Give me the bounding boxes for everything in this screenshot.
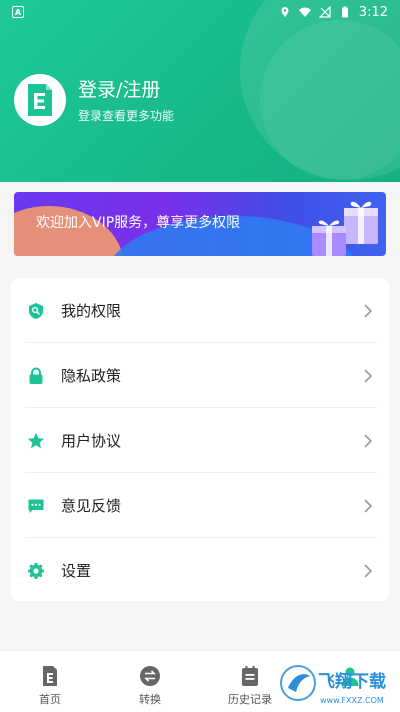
menu-item-label: 用户协议 (61, 432, 122, 450)
gear-icon (27, 562, 45, 579)
menu-item-label: 设置 (61, 562, 92, 580)
menu-item-user-agreement[interactable]: 用户协议 (11, 408, 389, 473)
chevron-right-icon (364, 368, 373, 383)
wifi-icon (298, 7, 311, 17)
shield-key-icon (29, 302, 43, 319)
vip-banner[interactable]: 欢迎加入VIP服务，尊享更多权限 (14, 192, 386, 256)
status-time: 3:12 (358, 4, 388, 20)
login-register-title[interactable]: 登录/注册 (78, 77, 174, 103)
menu-item-privacy-policy[interactable]: 隐私政策 (11, 343, 389, 408)
menu-item-label: 意见反馈 (61, 497, 122, 515)
chevron-right-icon (364, 498, 373, 513)
calendar-icon (242, 666, 258, 686)
menu-item-label: 隐私政策 (61, 367, 122, 385)
watermark-logo: 飞翔下载 www.FXXZ.COM (280, 665, 386, 705)
avatar[interactable] (14, 74, 66, 126)
login-subtitle: 登录查看更多功能 (78, 108, 175, 123)
document-icon (43, 666, 57, 686)
vip-banner-text: 欢迎加入VIP服务，尊享更多权限 (36, 215, 241, 231)
chevron-right-icon (364, 433, 373, 448)
menu-item-permissions[interactable]: 我的权限 (11, 278, 389, 343)
star-icon (28, 432, 44, 448)
chat-icon (28, 499, 44, 513)
lock-icon (29, 367, 43, 384)
profile-header: A 3:12 登录/注册 登录查看更多功能 (0, 0, 400, 182)
chevron-right-icon (364, 303, 373, 318)
tab-label: 历史记录 (228, 693, 272, 706)
watermark-url: www.FXXZ.COM (320, 696, 384, 705)
app-logo-icon (28, 84, 52, 116)
menu-card: 我的权限 隐私政策 用户协议 意见反馈 设置 (11, 278, 389, 601)
menu-item-label: 我的权限 (61, 302, 122, 320)
tab-label: 首页 (39, 693, 61, 706)
gift-box-icon (312, 201, 378, 256)
notification-badge: A (12, 6, 24, 18)
watermark-text: 飞翔下载 (318, 671, 386, 692)
tab-home[interactable]: 首页 (0, 651, 100, 712)
tab-convert[interactable]: 转换 (100, 651, 200, 712)
menu-item-feedback[interactable]: 意见反馈 (11, 473, 389, 538)
convert-icon (140, 666, 160, 686)
login-entry[interactable]: 登录/注册 登录查看更多功能 (14, 74, 174, 126)
chevron-right-icon (364, 563, 373, 578)
location-icon (281, 7, 289, 17)
battery-icon (341, 6, 348, 18)
menu-item-settings[interactable]: 设置 (11, 538, 389, 603)
no-signal-icon (318, 6, 331, 18)
tab-label: 转换 (139, 693, 161, 706)
status-bar: A 3:12 (0, 0, 400, 24)
